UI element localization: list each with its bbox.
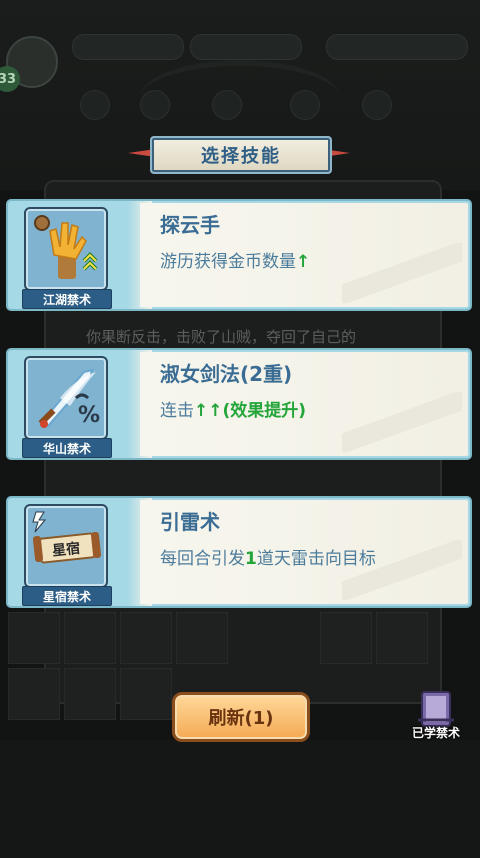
mountain-decoration	[342, 392, 462, 452]
inventory-slot	[64, 612, 116, 664]
learned-skills-label: 已学禁术	[411, 726, 460, 740]
upgrade-arrow-icon: ↑	[296, 252, 311, 272]
resource-pill	[190, 34, 302, 60]
skill-name: 探云手	[160, 213, 220, 237]
page-title: 选择技能	[150, 136, 332, 174]
mountain-decoration	[342, 243, 462, 303]
skill-category-label: 华山禁术	[22, 438, 112, 458]
inventory-slot	[120, 668, 172, 720]
menu-icon	[362, 90, 392, 120]
skill-description: 每回合引发1道天雷击向目标	[160, 549, 376, 569]
inventory-slot	[120, 612, 172, 664]
learned-skills-button[interactable]: 已学禁术	[404, 690, 468, 746]
skill-card-2[interactable]: % 华山禁术 淑女剑法(2重) 连击↑↑(效果提升)	[8, 350, 470, 458]
resource-pill	[72, 34, 184, 60]
menu-icon	[80, 90, 110, 120]
scroll-text: 星宿	[51, 540, 81, 560]
flaming-sword-icon: %	[24, 356, 108, 440]
inventory-slot	[176, 612, 228, 664]
refresh-button[interactable]: 刷新(1)	[172, 692, 310, 742]
inventory-slot	[320, 612, 372, 664]
svg-text:%: %	[78, 403, 100, 428]
upgrade-arrow-icon: ↑↑(效果提升)	[194, 401, 307, 421]
menu-icon	[140, 90, 170, 120]
golden-hand-icon	[24, 207, 108, 291]
skill-card-3[interactable]: 星宿 星宿禁术 引雷术 每回合引发1道天雷击向目标	[8, 498, 470, 606]
skill-description: 游历获得金币数量↑	[160, 252, 311, 272]
inventory-slot	[8, 668, 60, 720]
menu-icon	[290, 90, 320, 120]
bottom-nav	[0, 740, 480, 858]
highlight-number: 1	[245, 549, 257, 569]
skill-name: 淑女剑法(2重)	[160, 362, 293, 386]
skill-card-1[interactable]: 江湖禁术 探云手 游历获得金币数量↑	[8, 201, 470, 309]
skill-category-label: 江湖禁术	[22, 289, 112, 309]
inventory-slot	[8, 612, 60, 664]
skill-description: 连击↑↑(效果提升)	[160, 401, 307, 421]
inventory-slot	[376, 612, 428, 664]
inventory-slot	[64, 668, 116, 720]
skill-category-label: 星宿禁术	[22, 586, 112, 606]
event-text: 你果断反击，击败了山贼，夺回了自己的	[86, 328, 357, 346]
menu-icon	[212, 90, 242, 120]
skill-name: 引雷术	[160, 510, 220, 534]
resource-pill	[326, 34, 468, 60]
title-banner: 选择技能	[128, 134, 350, 174]
thunder-scroll-icon: 星宿	[24, 504, 108, 588]
